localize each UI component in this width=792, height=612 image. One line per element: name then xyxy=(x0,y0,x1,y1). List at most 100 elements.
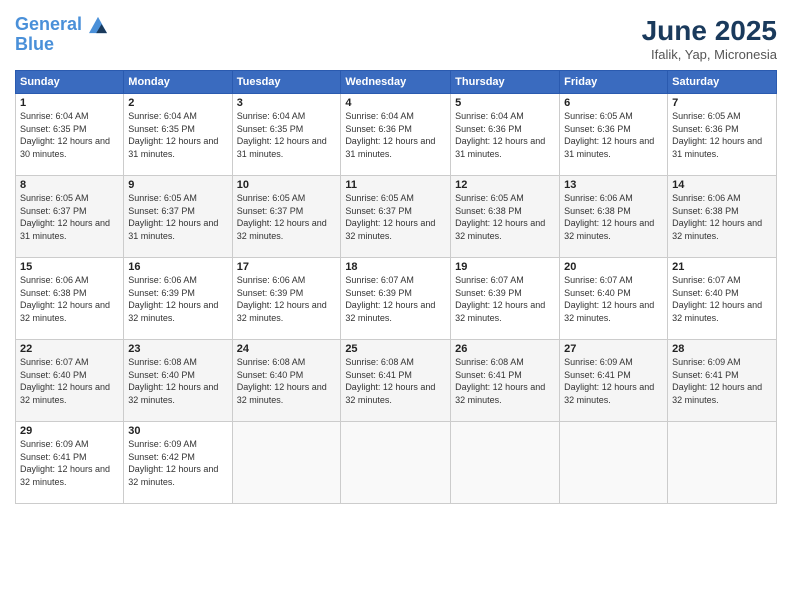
day-info: Sunrise: 6:07 AM Sunset: 6:39 PM Dayligh… xyxy=(345,275,435,323)
table-row: 26 Sunrise: 6:08 AM Sunset: 6:41 PM Dayl… xyxy=(451,340,560,422)
day-info: Sunrise: 6:08 AM Sunset: 6:41 PM Dayligh… xyxy=(455,357,545,405)
day-info: Sunrise: 6:06 AM Sunset: 6:38 PM Dayligh… xyxy=(20,275,110,323)
table-row: 3 Sunrise: 6:04 AM Sunset: 6:35 PM Dayli… xyxy=(232,94,341,176)
table-row: 29 Sunrise: 6:09 AM Sunset: 6:41 PM Dayl… xyxy=(16,422,124,504)
day-info: Sunrise: 6:06 AM Sunset: 6:39 PM Dayligh… xyxy=(128,275,218,323)
logo-icon xyxy=(89,16,107,34)
header: General Blue June 2025 Ifalik, Yap, Micr… xyxy=(15,15,777,62)
day-info: Sunrise: 6:07 AM Sunset: 6:40 PM Dayligh… xyxy=(672,275,762,323)
table-row xyxy=(451,422,560,504)
day-number: 3 xyxy=(237,97,337,109)
col-wednesday: Wednesday xyxy=(341,71,451,94)
day-info: Sunrise: 6:09 AM Sunset: 6:42 PM Dayligh… xyxy=(128,439,218,487)
day-info: Sunrise: 6:04 AM Sunset: 6:35 PM Dayligh… xyxy=(20,111,110,159)
table-row: 13 Sunrise: 6:06 AM Sunset: 6:38 PM Dayl… xyxy=(560,176,668,258)
day-info: Sunrise: 6:08 AM Sunset: 6:40 PM Dayligh… xyxy=(128,357,218,405)
day-number: 16 xyxy=(128,261,227,273)
day-info: Sunrise: 6:04 AM Sunset: 6:36 PM Dayligh… xyxy=(345,111,435,159)
day-number: 9 xyxy=(128,179,227,191)
table-row: 6 Sunrise: 6:05 AM Sunset: 6:36 PM Dayli… xyxy=(560,94,668,176)
day-number: 18 xyxy=(345,261,446,273)
day-info: Sunrise: 6:05 AM Sunset: 6:37 PM Dayligh… xyxy=(20,193,110,241)
day-number: 22 xyxy=(20,343,119,355)
calendar-header-row: Sunday Monday Tuesday Wednesday Thursday… xyxy=(16,71,777,94)
col-sunday: Sunday xyxy=(16,71,124,94)
day-info: Sunrise: 6:05 AM Sunset: 6:38 PM Dayligh… xyxy=(455,193,545,241)
page: General Blue June 2025 Ifalik, Yap, Micr… xyxy=(0,0,792,612)
day-number: 28 xyxy=(672,343,772,355)
calendar-week-row: 8 Sunrise: 6:05 AM Sunset: 6:37 PM Dayli… xyxy=(16,176,777,258)
table-row: 1 Sunrise: 6:04 AM Sunset: 6:35 PM Dayli… xyxy=(16,94,124,176)
col-monday: Monday xyxy=(124,71,232,94)
day-number: 20 xyxy=(564,261,663,273)
day-info: Sunrise: 6:05 AM Sunset: 6:37 PM Dayligh… xyxy=(237,193,327,241)
day-info: Sunrise: 6:05 AM Sunset: 6:36 PM Dayligh… xyxy=(672,111,762,159)
table-row xyxy=(560,422,668,504)
day-number: 19 xyxy=(455,261,555,273)
day-number: 1 xyxy=(20,97,119,109)
table-row: 8 Sunrise: 6:05 AM Sunset: 6:37 PM Dayli… xyxy=(16,176,124,258)
logo: General Blue xyxy=(15,15,107,55)
day-number: 15 xyxy=(20,261,119,273)
month-title: June 2025 xyxy=(642,15,777,47)
day-number: 10 xyxy=(237,179,337,191)
table-row: 22 Sunrise: 6:07 AM Sunset: 6:40 PM Dayl… xyxy=(16,340,124,422)
table-row: 12 Sunrise: 6:05 AM Sunset: 6:38 PM Dayl… xyxy=(451,176,560,258)
day-info: Sunrise: 6:06 AM Sunset: 6:39 PM Dayligh… xyxy=(237,275,327,323)
day-info: Sunrise: 6:05 AM Sunset: 6:37 PM Dayligh… xyxy=(128,193,218,241)
table-row: 18 Sunrise: 6:07 AM Sunset: 6:39 PM Dayl… xyxy=(341,258,451,340)
table-row xyxy=(668,422,777,504)
table-row: 17 Sunrise: 6:06 AM Sunset: 6:39 PM Dayl… xyxy=(232,258,341,340)
calendar-table: Sunday Monday Tuesday Wednesday Thursday… xyxy=(15,70,777,504)
table-row: 14 Sunrise: 6:06 AM Sunset: 6:38 PM Dayl… xyxy=(668,176,777,258)
day-number: 24 xyxy=(237,343,337,355)
table-row: 21 Sunrise: 6:07 AM Sunset: 6:40 PM Dayl… xyxy=(668,258,777,340)
day-info: Sunrise: 6:08 AM Sunset: 6:41 PM Dayligh… xyxy=(345,357,435,405)
table-row: 9 Sunrise: 6:05 AM Sunset: 6:37 PM Dayli… xyxy=(124,176,232,258)
location: Ifalik, Yap, Micronesia xyxy=(642,47,777,62)
col-saturday: Saturday xyxy=(668,71,777,94)
table-row: 5 Sunrise: 6:04 AM Sunset: 6:36 PM Dayli… xyxy=(451,94,560,176)
calendar-week-row: 22 Sunrise: 6:07 AM Sunset: 6:40 PM Dayl… xyxy=(16,340,777,422)
table-row: 23 Sunrise: 6:08 AM Sunset: 6:40 PM Dayl… xyxy=(124,340,232,422)
table-row: 7 Sunrise: 6:05 AM Sunset: 6:36 PM Dayli… xyxy=(668,94,777,176)
day-info: Sunrise: 6:07 AM Sunset: 6:39 PM Dayligh… xyxy=(455,275,545,323)
table-row: 24 Sunrise: 6:08 AM Sunset: 6:40 PM Dayl… xyxy=(232,340,341,422)
day-info: Sunrise: 6:05 AM Sunset: 6:37 PM Dayligh… xyxy=(345,193,435,241)
day-number: 11 xyxy=(345,179,446,191)
col-thursday: Thursday xyxy=(451,71,560,94)
day-info: Sunrise: 6:09 AM Sunset: 6:41 PM Dayligh… xyxy=(564,357,654,405)
day-info: Sunrise: 6:07 AM Sunset: 6:40 PM Dayligh… xyxy=(20,357,110,405)
day-info: Sunrise: 6:09 AM Sunset: 6:41 PM Dayligh… xyxy=(20,439,110,487)
table-row: 4 Sunrise: 6:04 AM Sunset: 6:36 PM Dayli… xyxy=(341,94,451,176)
table-row: 16 Sunrise: 6:06 AM Sunset: 6:39 PM Dayl… xyxy=(124,258,232,340)
day-number: 30 xyxy=(128,425,227,437)
table-row: 11 Sunrise: 6:05 AM Sunset: 6:37 PM Dayl… xyxy=(341,176,451,258)
day-number: 25 xyxy=(345,343,446,355)
calendar-week-row: 15 Sunrise: 6:06 AM Sunset: 6:38 PM Dayl… xyxy=(16,258,777,340)
day-number: 4 xyxy=(345,97,446,109)
day-number: 21 xyxy=(672,261,772,273)
day-info: Sunrise: 6:06 AM Sunset: 6:38 PM Dayligh… xyxy=(672,193,762,241)
day-number: 29 xyxy=(20,425,119,437)
title-block: June 2025 Ifalik, Yap, Micronesia xyxy=(642,15,777,62)
day-number: 12 xyxy=(455,179,555,191)
day-number: 6 xyxy=(564,97,663,109)
day-number: 14 xyxy=(672,179,772,191)
day-number: 7 xyxy=(672,97,772,109)
day-info: Sunrise: 6:09 AM Sunset: 6:41 PM Dayligh… xyxy=(672,357,762,405)
table-row: 2 Sunrise: 6:04 AM Sunset: 6:35 PM Dayli… xyxy=(124,94,232,176)
table-row xyxy=(232,422,341,504)
day-info: Sunrise: 6:08 AM Sunset: 6:40 PM Dayligh… xyxy=(237,357,327,405)
day-number: 13 xyxy=(564,179,663,191)
table-row: 15 Sunrise: 6:06 AM Sunset: 6:38 PM Dayl… xyxy=(16,258,124,340)
calendar-week-row: 1 Sunrise: 6:04 AM Sunset: 6:35 PM Dayli… xyxy=(16,94,777,176)
table-row: 20 Sunrise: 6:07 AM Sunset: 6:40 PM Dayl… xyxy=(560,258,668,340)
day-info: Sunrise: 6:04 AM Sunset: 6:35 PM Dayligh… xyxy=(128,111,218,159)
day-number: 17 xyxy=(237,261,337,273)
table-row: 27 Sunrise: 6:09 AM Sunset: 6:41 PM Dayl… xyxy=(560,340,668,422)
day-info: Sunrise: 6:06 AM Sunset: 6:38 PM Dayligh… xyxy=(564,193,654,241)
day-info: Sunrise: 6:05 AM Sunset: 6:36 PM Dayligh… xyxy=(564,111,654,159)
day-number: 27 xyxy=(564,343,663,355)
table-row: 10 Sunrise: 6:05 AM Sunset: 6:37 PM Dayl… xyxy=(232,176,341,258)
